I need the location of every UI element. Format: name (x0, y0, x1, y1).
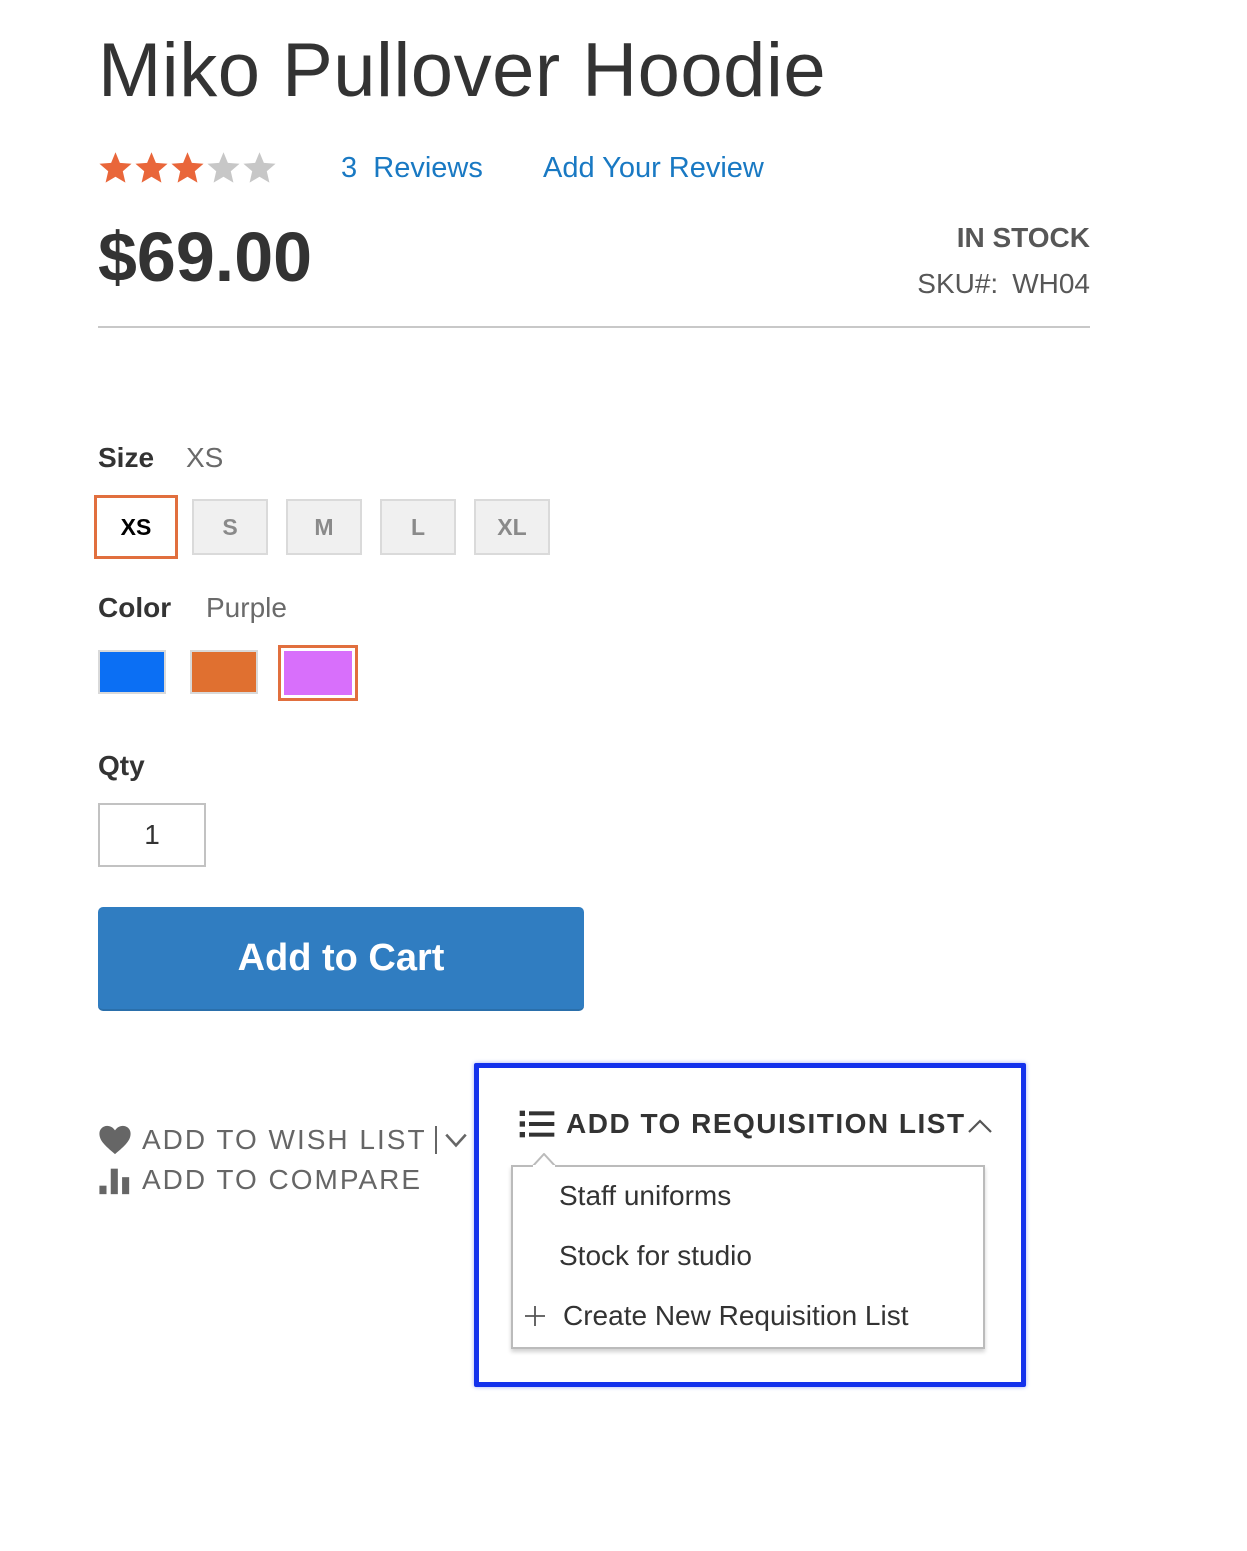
size-option-xs[interactable]: XS (94, 495, 178, 559)
size-label: Size (98, 442, 155, 473)
qty-input[interactable] (98, 803, 206, 867)
list-icon (519, 1110, 555, 1138)
chevron-up-icon[interactable] (966, 1114, 994, 1138)
divider (98, 326, 1090, 328)
bar-chart-icon (99, 1168, 130, 1195)
sku-info: SKU#: WH04 (917, 268, 1090, 300)
wishlist-separator (434, 1126, 437, 1154)
add-to-requisition-list-button[interactable]: ADD TO REQUISITION LIST (518, 1108, 966, 1140)
size-option-s[interactable]: S (192, 499, 268, 555)
requisition-list-item[interactable]: Staff uniforms (559, 1180, 731, 1212)
requisition-list-item[interactable]: Stock for studio (559, 1240, 752, 1272)
add-to-compare-link[interactable]: ADD TO COMPARE (98, 1164, 422, 1196)
star-empty-icon (243, 152, 276, 183)
stock-status: IN STOCK (956, 222, 1090, 253)
qty-label: Qty (98, 750, 145, 781)
rating-stars (98, 150, 277, 185)
star-filled-icon (171, 152, 204, 183)
color-option-orange[interactable] (190, 650, 258, 694)
size-option-l[interactable]: L (380, 499, 456, 555)
size-selected-value: XS (186, 442, 224, 473)
color-option-blue[interactable] (98, 650, 166, 694)
sku-value: WH04 (1012, 268, 1090, 299)
create-requisition-list-button[interactable]: Create New Requisition List (523, 1300, 909, 1332)
plus-icon (525, 1306, 545, 1326)
size-option-m[interactable]: M (286, 499, 362, 555)
size-option-xl[interactable]: XL (474, 499, 550, 555)
add-review-link[interactable]: Add Your Review (543, 152, 764, 185)
compare-label: ADD TO COMPARE (142, 1164, 423, 1195)
reviews-count: 3 (341, 152, 358, 184)
star-filled-icon (135, 152, 168, 183)
add-to-wishlist-link[interactable]: ADD TO WISH LIST (98, 1124, 469, 1156)
chevron-down-icon[interactable] (443, 1127, 469, 1153)
wishlist-label: ADD TO WISH LIST (142, 1124, 427, 1155)
reviews-label: Reviews (373, 152, 483, 184)
requisition-toggle-label: ADD TO REQUISITION LIST (566, 1108, 966, 1139)
create-requisition-label: Create New Requisition List (563, 1300, 909, 1331)
star-empty-icon (207, 152, 240, 183)
heart-icon (99, 1125, 131, 1155)
color-option-purple[interactable] (278, 645, 358, 701)
color-selected-value: Purple (206, 592, 287, 623)
color-fill (284, 651, 352, 695)
product-price: $69.00 (98, 218, 313, 296)
dropdown-caret (532, 1153, 556, 1167)
star-filled-icon (99, 152, 132, 183)
page-title: Miko Pullover Hoodie (98, 28, 827, 113)
color-label: Color (98, 592, 172, 623)
sku-label: SKU#: (917, 268, 999, 299)
reviews-link[interactable]: 3 Reviews (341, 152, 483, 185)
add-to-cart-button[interactable]: Add to Cart (98, 907, 584, 1011)
